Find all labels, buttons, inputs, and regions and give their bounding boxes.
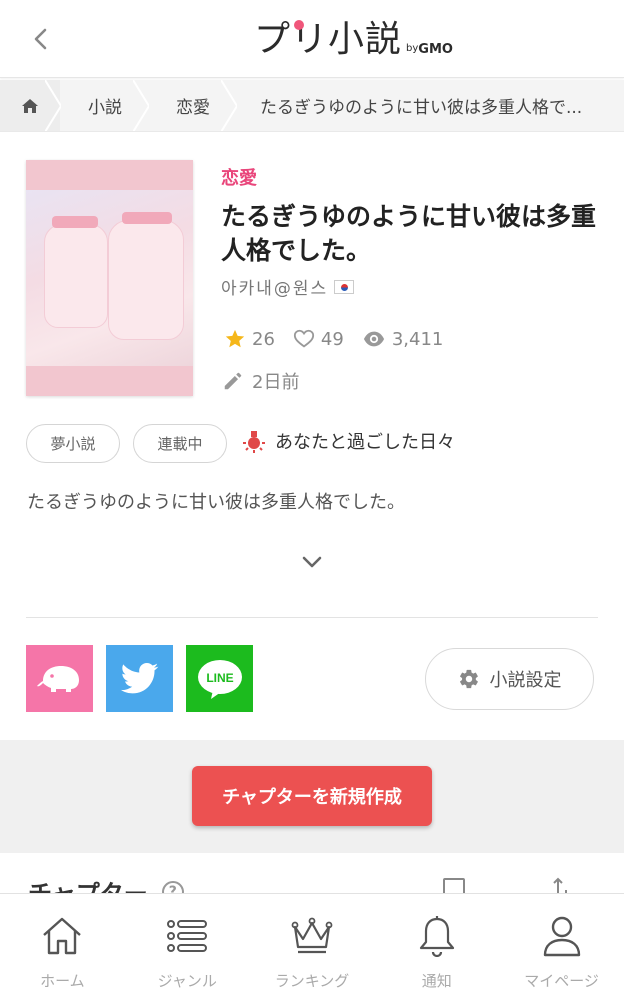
crown-icon [290, 914, 334, 958]
logo-gmo: GMO [418, 42, 453, 57]
stat-views: 3,411 [362, 328, 444, 350]
tag-serializing[interactable]: 連載中 [133, 424, 227, 463]
chevron-left-icon [34, 28, 47, 50]
cover-cap-right [122, 212, 172, 224]
bell-icon [415, 914, 459, 958]
heart-icon [293, 329, 314, 348]
breadcrumb-item-genre[interactable]: 恋愛 [148, 80, 237, 131]
app: プリ小説 by GMO 小説 恋愛 たるぎうゆのように甘い彼は多重人格で... … [0, 0, 624, 1000]
view-count: 3,411 [391, 328, 444, 350]
nav-label: ホーム [40, 972, 85, 990]
bottom-navigation: ホーム ジャンル ランキング 通知 マイページ [0, 893, 624, 1000]
event-link[interactable]: あなたと過ごした日々 [241, 428, 455, 454]
novel-summary: たるぎうゆのように甘い彼は多重人格でした。 [27, 492, 405, 513]
home-icon [40, 914, 84, 958]
divider [26, 617, 598, 618]
user-icon [540, 914, 584, 958]
like-count: 49 [320, 328, 344, 350]
chevron-down-icon [302, 556, 322, 568]
breadcrumb-separator [133, 80, 149, 131]
nav-ranking[interactable]: ランキング [250, 894, 375, 1000]
tag-dream-novel[interactable]: 夢小説 [26, 424, 120, 463]
back-button[interactable] [26, 24, 56, 54]
app-logo[interactable]: プリ小説 by GMO [254, 18, 453, 62]
cover-photo [26, 190, 193, 366]
breadcrumb-label: 恋愛 [176, 98, 210, 118]
home-icon [22, 98, 38, 113]
logo-text: プリ小説 [254, 19, 403, 60]
breadcrumb-home[interactable] [0, 80, 61, 131]
cover-bottle-right [108, 220, 184, 340]
novel-settings-button[interactable]: 小説設定 [425, 648, 594, 710]
breadcrumb-current: たるぎうゆのように甘い彼は多重人格で... [260, 98, 583, 118]
star-icon [225, 329, 245, 348]
cover-bottle-left [44, 224, 108, 328]
nav-notifications[interactable]: 通知 [374, 894, 499, 1000]
expand-summary-button[interactable] [299, 551, 325, 573]
line-icon: LINE [197, 659, 242, 699]
cover-cap-left [52, 216, 98, 228]
nav-label: 通知 [421, 972, 452, 990]
novel-author[interactable]: 아카내@원스 [221, 274, 355, 299]
twitter-bird-icon [120, 662, 158, 693]
settings-label: 小説設定 [489, 670, 562, 691]
nav-home[interactable]: ホーム [0, 894, 125, 1000]
korea-flag-icon [334, 279, 355, 294]
novel-title: たるぎうゆのように甘い彼は多重人格でした。 [221, 202, 597, 265]
breadcrumb-separator [45, 80, 61, 131]
line-logo-text: LINE [206, 671, 233, 685]
share-line-button[interactable]: LINE [186, 645, 253, 712]
nav-mypage[interactable]: マイページ [499, 894, 624, 1000]
novel-updated: 2日前 [222, 368, 299, 394]
breadcrumb-item-novel[interactable]: 小説 [60, 80, 149, 131]
elephant-icon [36, 665, 79, 692]
gear-icon [459, 669, 478, 689]
updated-text: 2日前 [252, 372, 300, 393]
event-flame-icon [243, 431, 265, 453]
star-count: 26 [252, 328, 275, 350]
breadcrumb: 小説 恋愛 たるぎうゆのように甘い彼は多重人格で... [0, 80, 624, 132]
pencil-icon [224, 372, 242, 390]
logo-dot [294, 20, 304, 30]
list-icon [165, 914, 209, 958]
nav-label: ジャンル [157, 972, 217, 990]
logo-by: by [406, 43, 419, 54]
share-twitter-button[interactable] [106, 645, 173, 712]
create-chapter-button[interactable]: チャプターを新規作成 [192, 766, 432, 826]
share-prinovel-button[interactable] [26, 645, 93, 712]
stat-stars: 26 [224, 328, 275, 350]
stat-likes: 49 [293, 328, 344, 350]
author-name: 아카내@원스 [221, 279, 329, 299]
event-label: あなたと過ごした日々 [275, 432, 455, 453]
eye-icon [363, 331, 384, 347]
breadcrumb-label: 小説 [88, 98, 122, 118]
novel-stats: 26 49 3,411 [224, 328, 461, 350]
breadcrumb-separator [221, 80, 237, 131]
nav-label: ランキング [274, 972, 350, 990]
nav-genre[interactable]: ジャンル [125, 894, 250, 1000]
header: プリ小説 by GMO [0, 0, 624, 78]
novel-cover-image[interactable] [26, 160, 193, 396]
novel-genre[interactable]: 恋愛 [221, 164, 257, 190]
nav-label: マイページ [524, 972, 599, 990]
